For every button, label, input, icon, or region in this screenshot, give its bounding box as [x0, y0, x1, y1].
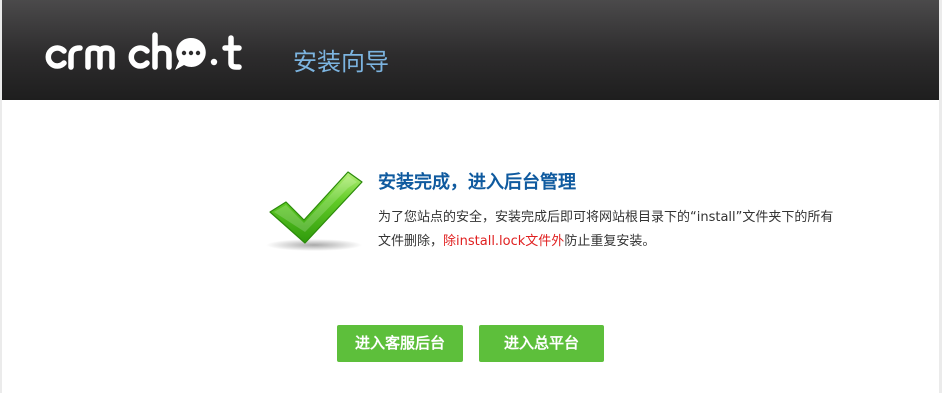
install-complete-description: 为了您站点的安全，安装完成后即可将网站根目录下的“install”文件夹下的所有…	[378, 206, 836, 254]
crmchat-logo	[45, 32, 242, 70]
enter-main-platform-button[interactable]: 进入总平台	[479, 325, 604, 362]
description-tail: 防止重复安装。	[564, 234, 656, 249]
description-warning: 除install.lock文件外	[443, 234, 565, 249]
install-page: 安装向导 安装完成，进入后台管理 为了您站点的安全，安装完成后即可将网站根目录下…	[2, 0, 939, 393]
wizard-title: 安装向导	[293, 48, 389, 76]
header-bar: 安装向导	[2, 0, 939, 100]
enter-service-backend-button[interactable]: 进入客服后台	[337, 325, 463, 362]
install-complete-title: 安装完成，进入后台管理	[378, 172, 576, 193]
checkmark-icon	[266, 171, 363, 251]
